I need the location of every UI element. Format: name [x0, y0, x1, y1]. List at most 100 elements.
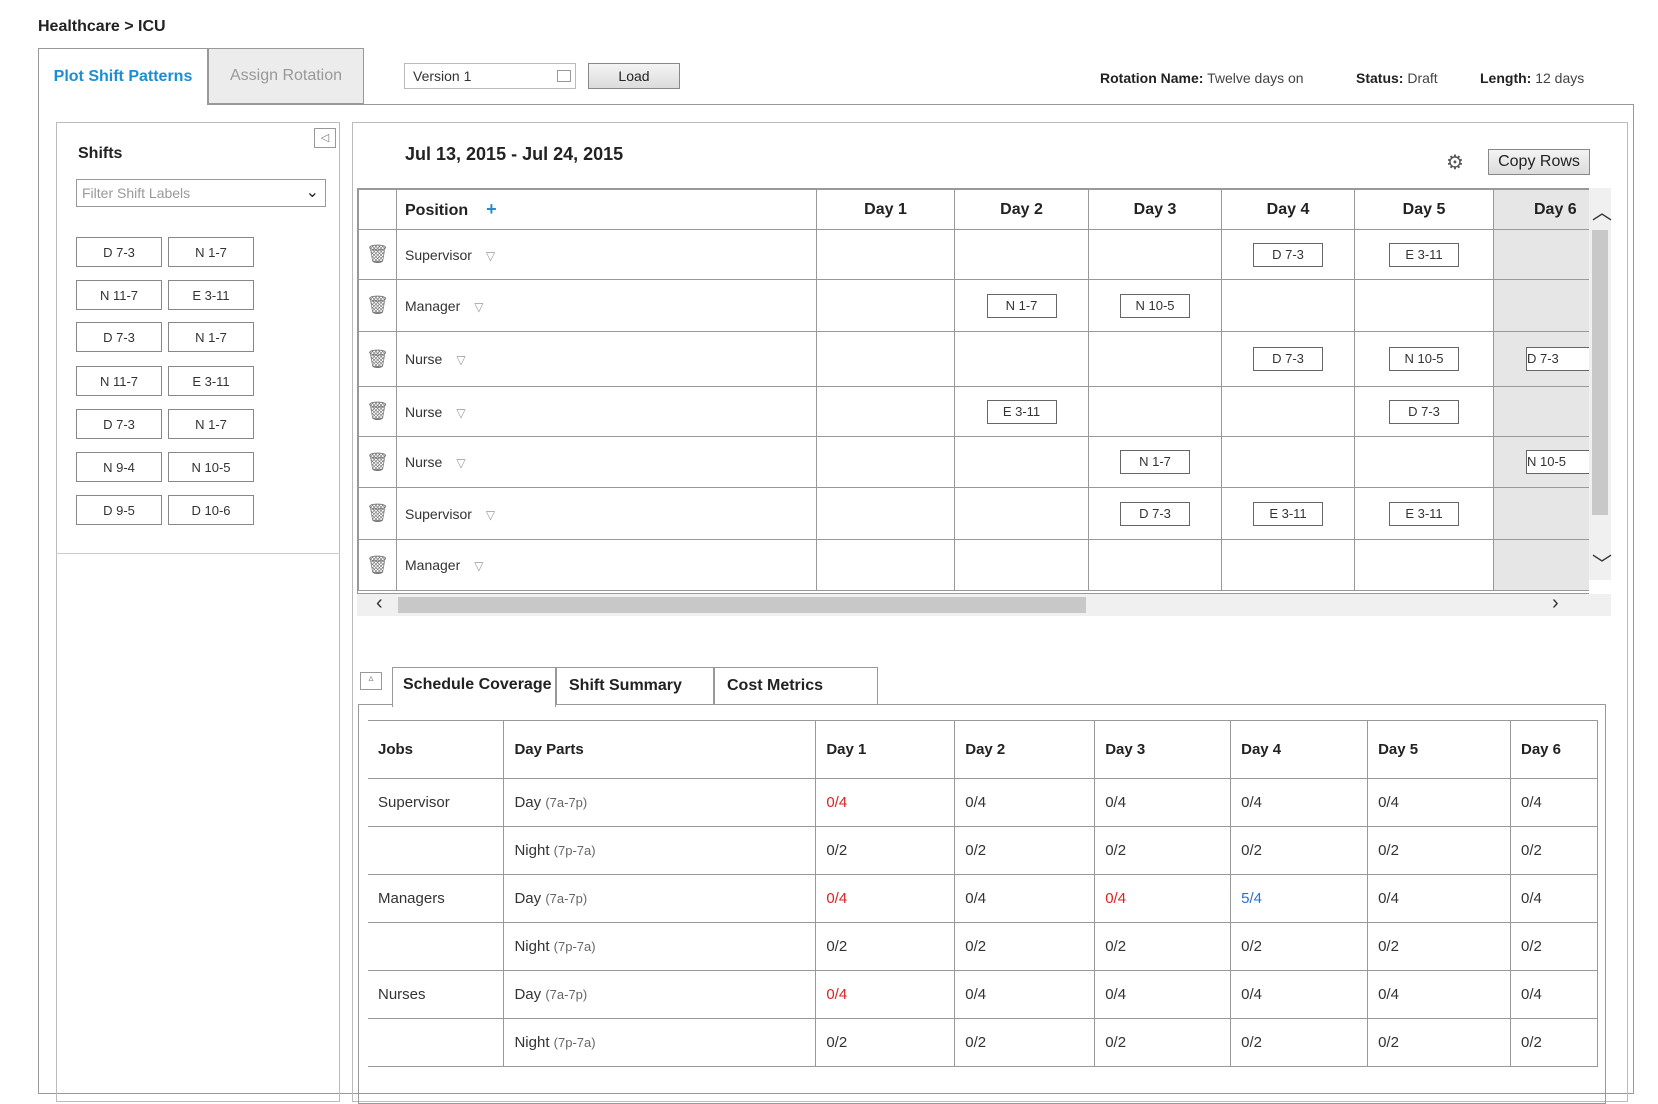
shift-block[interactable]: E 3-11 [986, 399, 1057, 424]
day-cell[interactable] [954, 229, 1089, 280]
tab-cost-metrics[interactable]: Cost Metrics [714, 667, 878, 705]
chevron-down-icon[interactable]: ▽ [486, 249, 495, 263]
shift-block[interactable]: E 3-11 [1389, 501, 1459, 526]
day-cell[interactable] [954, 487, 1089, 540]
day-cell[interactable]: N 10-5 [1088, 279, 1222, 332]
shift-block[interactable]: N 1-7 [1120, 450, 1190, 474]
collapse-panel-icon[interactable]: ◁ [314, 128, 336, 148]
chevron-down-icon[interactable]: ▽ [456, 456, 465, 470]
shift-chip[interactable]: D 10-6 [168, 495, 254, 525]
shift-block[interactable]: E 3-11 [1389, 242, 1459, 267]
chevron-down-icon[interactable]: ▽ [474, 300, 483, 314]
search-list-icon[interactable] [557, 70, 571, 82]
day-cell[interactable] [816, 386, 955, 437]
day-cell[interactable]: N 10-5 [1354, 331, 1494, 387]
shift-chip[interactable]: N 11-7 [76, 280, 162, 310]
shift-chip[interactable]: N 9-4 [76, 452, 162, 482]
shift-chip[interactable]: D 9-5 [76, 495, 162, 525]
day-cell[interactable] [1493, 386, 1589, 437]
day-cell[interactable] [816, 487, 955, 540]
scroll-left-icon[interactable]: ‹ [376, 592, 383, 615]
day-cell[interactable]: N 10-5 [1493, 436, 1589, 488]
shift-chip[interactable]: D 7-3 [76, 322, 162, 352]
day-cell[interactable]: N 1-7 [1088, 436, 1222, 488]
chevron-down-icon[interactable]: ▽ [456, 406, 465, 420]
tab-assign-rotation[interactable]: Assign Rotation [208, 48, 364, 104]
gear-icon[interactable]: ⚙ [1446, 150, 1464, 175]
shift-block[interactable]: D 7-3 [1120, 501, 1190, 526]
day-cell[interactable] [816, 436, 955, 488]
trash-icon[interactable]: 🗑 [366, 452, 389, 472]
day-cell[interactable]: E 3-11 [1354, 487, 1494, 540]
day-cell[interactable]: D 7-3 [1221, 331, 1355, 387]
shift-chip[interactable]: N 1-7 [168, 237, 254, 267]
tab-plot-shift-patterns[interactable]: Plot Shift Patterns [38, 48, 208, 105]
shift-block[interactable]: D 7-3 [1389, 399, 1459, 424]
shift-block[interactable]: D 7-3 [1253, 347, 1323, 371]
shift-block[interactable]: D 7-3 [1253, 242, 1323, 267]
trash-icon[interactable]: 🗑 [366, 555, 389, 575]
day-cell[interactable] [954, 539, 1089, 591]
day-cell[interactable] [816, 539, 955, 591]
shift-block[interactable]: D 7-3 [1526, 347, 1589, 371]
day-cell[interactable]: E 3-11 [1354, 229, 1494, 280]
shift-block[interactable]: N 10-5 [1389, 347, 1459, 371]
scroll-down-icon[interactable]: ﹀ [1592, 548, 1612, 577]
day-cell[interactable] [1493, 539, 1589, 591]
shift-block[interactable]: N 1-7 [986, 293, 1057, 318]
day-cell[interactable] [1088, 539, 1222, 591]
day-cell[interactable] [816, 331, 955, 387]
trash-icon[interactable]: 🗑 [366, 244, 389, 264]
copy-rows-button[interactable]: Copy Rows [1488, 149, 1590, 175]
scroll-right-icon[interactable]: › [1552, 592, 1559, 615]
trash-icon[interactable]: 🗑 [366, 503, 389, 523]
day-cell[interactable]: D 7-3 [1088, 487, 1222, 540]
shift-chip[interactable]: N 1-7 [168, 322, 254, 352]
scroll-up-icon[interactable]: ︿ [1592, 196, 1612, 225]
shift-chip[interactable]: N 11-7 [76, 366, 162, 396]
shift-chip[interactable]: E 3-11 [168, 366, 254, 396]
vertical-scroll-thumb[interactable] [1592, 230, 1608, 515]
chevron-down-icon[interactable]: ▽ [486, 508, 495, 522]
version-select[interactable]: Version 1 [404, 63, 576, 89]
day-cell[interactable] [1493, 279, 1589, 332]
horizontal-scroll-thumb[interactable] [398, 597, 1086, 613]
day-cell[interactable] [954, 331, 1089, 387]
chevron-down-icon[interactable]: ▽ [456, 353, 465, 367]
chevron-down-icon[interactable]: ▽ [474, 559, 483, 573]
tab-schedule-coverage[interactable]: Schedule Coverage [392, 667, 556, 707]
shift-block[interactable]: N 10-5 [1526, 450, 1589, 474]
day-cell[interactable] [1221, 386, 1355, 437]
day-cell[interactable] [1088, 229, 1222, 280]
day-cell[interactable] [1088, 331, 1222, 387]
day-cell[interactable]: E 3-11 [1221, 487, 1355, 540]
day-cell[interactable]: D 7-3 [1354, 386, 1494, 437]
tab-shift-summary[interactable]: Shift Summary [556, 667, 714, 705]
shift-chip[interactable]: D 7-3 [76, 409, 162, 439]
day-cell[interactable] [1354, 279, 1494, 332]
add-position-icon[interactable]: + [486, 199, 497, 219]
shift-chip[interactable]: E 3-11 [168, 280, 254, 310]
expand-panel-icon[interactable]: ▵ [360, 672, 382, 690]
load-button[interactable]: Load [588, 63, 680, 89]
day-cell[interactable] [816, 279, 955, 332]
filter-shift-labels[interactable]: Filter Shift Labels ⌄ [76, 179, 326, 207]
shift-block[interactable]: E 3-11 [1253, 501, 1323, 526]
day-cell[interactable]: D 7-3 [1493, 331, 1589, 387]
day-cell[interactable]: N 1-7 [954, 279, 1089, 332]
day-cell[interactable] [1221, 539, 1355, 591]
day-cell[interactable] [954, 436, 1089, 488]
day-cell[interactable] [1493, 487, 1589, 540]
day-cell[interactable] [1221, 436, 1355, 488]
shift-block[interactable]: N 10-5 [1120, 293, 1190, 318]
trash-icon[interactable]: 🗑 [366, 401, 389, 421]
day-cell[interactable] [1221, 279, 1355, 332]
day-cell[interactable] [1493, 229, 1589, 280]
trash-icon[interactable]: 🗑 [366, 349, 389, 369]
day-cell[interactable] [1088, 386, 1222, 437]
trash-icon[interactable]: 🗑 [366, 295, 389, 315]
shift-chip[interactable]: D 7-3 [76, 237, 162, 267]
day-cell[interactable] [816, 229, 955, 280]
shift-chip[interactable]: N 10-5 [168, 452, 254, 482]
day-cell[interactable]: E 3-11 [954, 386, 1089, 437]
